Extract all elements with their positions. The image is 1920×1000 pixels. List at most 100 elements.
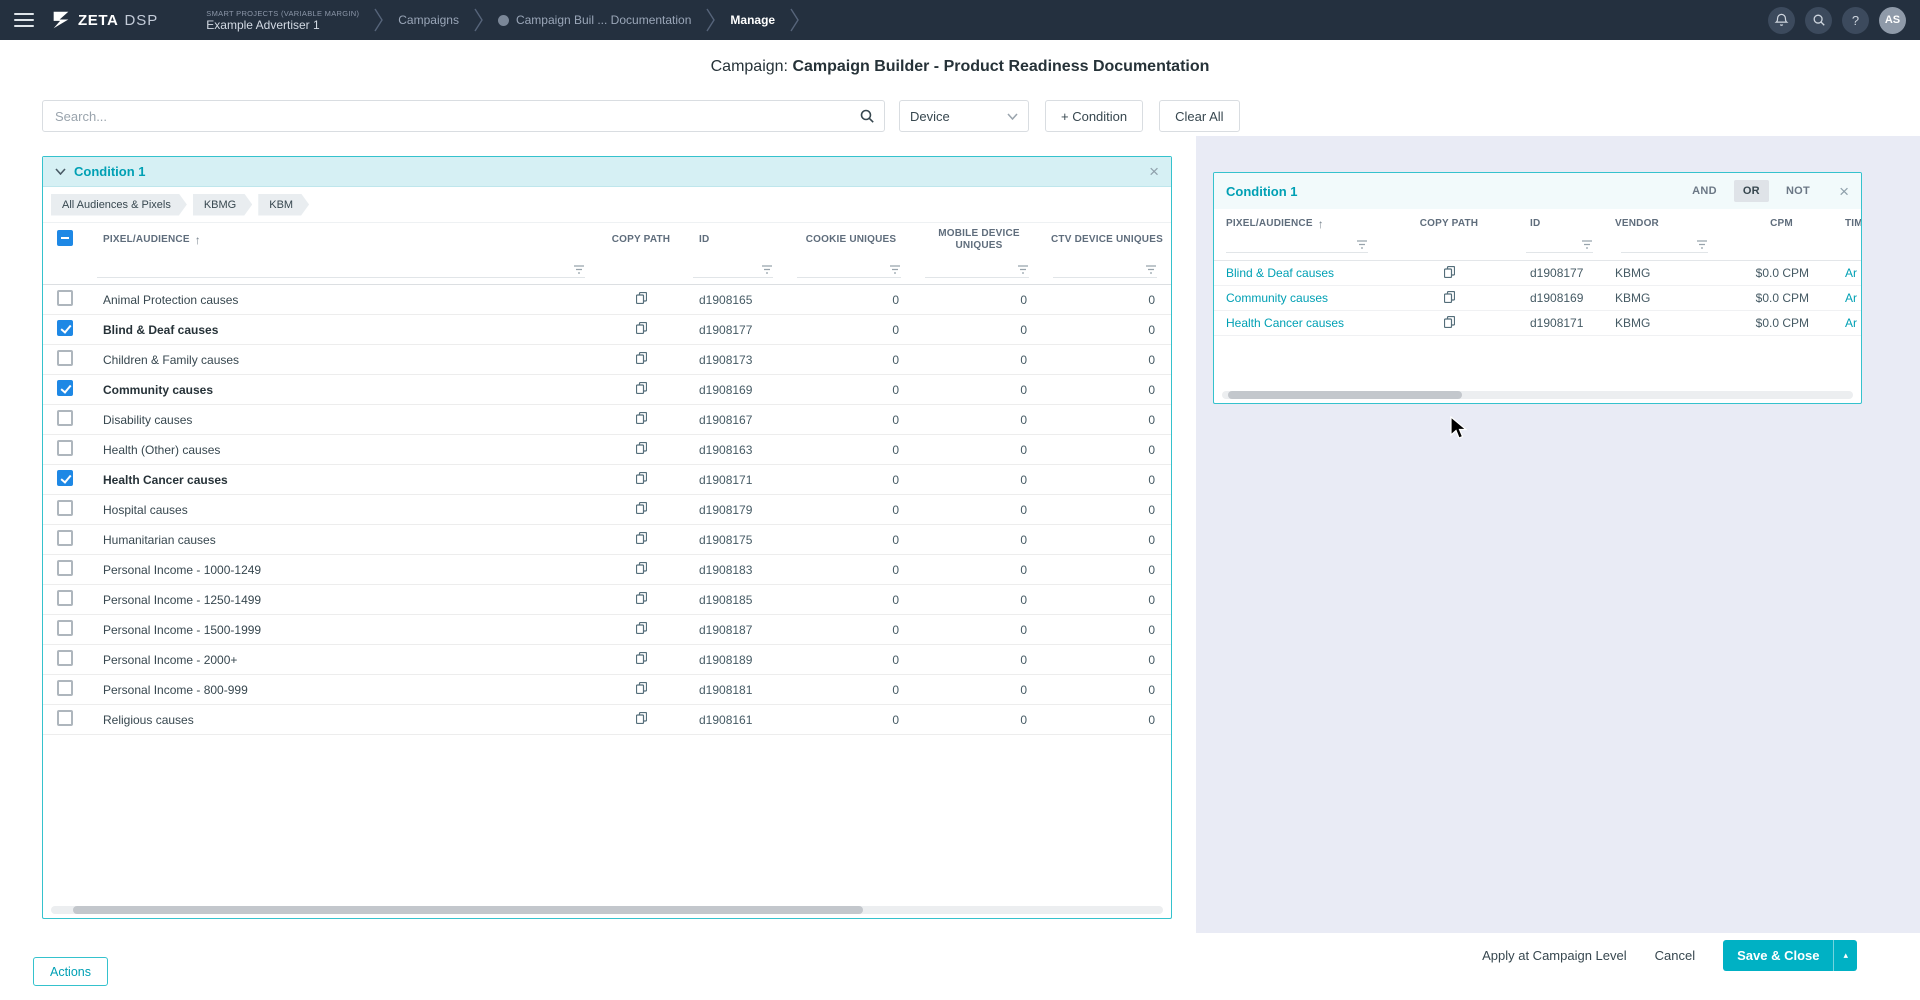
row-checkbox[interactable] xyxy=(57,410,73,426)
copy-icon[interactable] xyxy=(636,322,647,334)
scrollbar-thumb[interactable] xyxy=(1228,391,1461,399)
row-checkbox[interactable] xyxy=(57,470,73,486)
table-row[interactable]: Blind & Deaf causes d1908177 0 0 0 xyxy=(43,315,1171,345)
table-row[interactable]: Health Cancer causes d1908171 0 0 0 xyxy=(43,465,1171,495)
row-checkbox[interactable] xyxy=(57,380,73,396)
column-cpm[interactable]: CPM xyxy=(1724,218,1839,231)
table-row[interactable]: Hospital causes d1908179 0 0 0 xyxy=(43,495,1171,525)
operator-or[interactable]: OR xyxy=(1734,180,1769,202)
copy-icon[interactable] xyxy=(636,502,647,514)
filter-pixel-audience[interactable] xyxy=(1226,239,1368,253)
operator-not[interactable]: NOT xyxy=(1777,180,1819,202)
copy-icon[interactable] xyxy=(1444,316,1455,328)
notifications-button[interactable] xyxy=(1768,7,1795,34)
table-row[interactable]: Religious causes d1908161 0 0 0 xyxy=(43,705,1171,735)
row-checkbox[interactable] xyxy=(57,290,73,306)
row-checkbox[interactable] xyxy=(57,500,73,516)
row-checkbox[interactable] xyxy=(57,620,73,636)
horizontal-scrollbar[interactable] xyxy=(51,906,1163,914)
copy-icon[interactable] xyxy=(636,652,647,664)
path-chip[interactable]: KBM xyxy=(258,194,309,216)
table-row[interactable]: Community causes d1908169 0 0 0 xyxy=(43,375,1171,405)
filter-ctv-device-uniques[interactable] xyxy=(1053,260,1157,278)
breadcrumb-campaigns[interactable]: Campaigns xyxy=(384,0,473,40)
table-row[interactable]: Personal Income - 1000-1249 d1908183 0 0… xyxy=(43,555,1171,585)
column-vendor[interactable]: VENDOR xyxy=(1609,218,1724,231)
filter-pixel-audience[interactable] xyxy=(97,260,585,278)
copy-icon[interactable] xyxy=(636,352,647,364)
help-button[interactable]: ? xyxy=(1842,7,1869,34)
menu-icon[interactable] xyxy=(14,13,34,27)
copy-path-cell[interactable] xyxy=(599,442,683,457)
table-row[interactable]: Personal Income - 1250-1499 d1908185 0 0… xyxy=(43,585,1171,615)
column-id[interactable]: ID xyxy=(1514,218,1609,231)
save-close-label[interactable]: Save & Close xyxy=(1723,940,1833,971)
audience-link[interactable]: Health Cancer causes xyxy=(1214,316,1384,330)
close-condition-icon[interactable]: × xyxy=(1149,163,1159,180)
scrollbar-thumb[interactable] xyxy=(73,906,863,914)
copy-path-cell[interactable] xyxy=(599,352,683,367)
save-close-button[interactable]: Save & Close ▴ xyxy=(1723,940,1857,971)
copy-icon[interactable] xyxy=(636,442,647,454)
row-checkbox[interactable] xyxy=(57,650,73,666)
zeta-dsp-logo[interactable]: ZETA DSP xyxy=(50,9,158,31)
time-value[interactable]: Ar xyxy=(1839,316,1862,330)
copy-icon[interactable] xyxy=(636,472,647,484)
search-icon[interactable] xyxy=(859,108,875,124)
row-checkbox[interactable] xyxy=(57,440,73,456)
save-dropdown-caret-icon[interactable]: ▴ xyxy=(1833,940,1857,971)
column-mobile-device-uniques[interactable]: MOBILE DEVICE UNIQUES xyxy=(915,228,1043,253)
cancel-link[interactable]: Cancel xyxy=(1655,948,1695,963)
horizontal-scrollbar[interactable] xyxy=(1222,391,1853,399)
path-chip[interactable]: KBMG xyxy=(193,194,252,216)
copy-icon[interactable] xyxy=(636,592,647,604)
copy-icon[interactable] xyxy=(636,622,647,634)
actions-button[interactable]: Actions xyxy=(33,957,108,986)
copy-icon[interactable] xyxy=(1444,291,1455,303)
copy-icon[interactable] xyxy=(636,712,647,724)
column-time[interactable]: TIM xyxy=(1839,218,1862,231)
filter-vendor[interactable] xyxy=(1621,239,1708,253)
table-row[interactable]: Disability causes d1908167 0 0 0 xyxy=(43,405,1171,435)
add-condition-button[interactable]: + Condition xyxy=(1045,100,1143,132)
filter-id[interactable] xyxy=(1526,239,1593,253)
table-row[interactable]: Health (Other) causes d1908163 0 0 0 xyxy=(43,435,1171,465)
copy-path-cell[interactable] xyxy=(599,322,683,337)
copy-path-cell[interactable] xyxy=(599,682,683,697)
filter-mobile-device-uniques[interactable] xyxy=(925,260,1029,278)
time-value[interactable]: Ar xyxy=(1839,291,1862,305)
clear-all-button[interactable]: Clear All xyxy=(1159,100,1239,132)
user-avatar[interactable]: AS xyxy=(1879,7,1906,34)
copy-path-cell[interactable] xyxy=(599,382,683,397)
column-ctv-device-uniques[interactable]: CTV DEVICE UNIQUES xyxy=(1043,234,1171,247)
copy-path-cell[interactable] xyxy=(1384,266,1514,281)
column-pixel-audience[interactable]: PIXEL/AUDIENCE ↑ xyxy=(1214,217,1384,232)
copy-path-cell[interactable] xyxy=(599,472,683,487)
audience-link[interactable]: Community causes xyxy=(1214,291,1384,305)
row-checkbox[interactable] xyxy=(57,530,73,546)
copy-path-cell[interactable] xyxy=(1384,316,1514,331)
copy-path-cell[interactable] xyxy=(599,412,683,427)
row-checkbox[interactable] xyxy=(57,350,73,366)
copy-path-cell[interactable] xyxy=(599,532,683,547)
row-checkbox[interactable] xyxy=(57,590,73,606)
row-checkbox[interactable] xyxy=(57,710,73,726)
breadcrumb-campaign[interactable]: Campaign Buil ... Documentation xyxy=(484,0,705,40)
column-cookie-uniques[interactable]: COOKIE UNIQUES xyxy=(787,234,915,247)
row-checkbox[interactable] xyxy=(57,680,73,696)
table-row[interactable]: Animal Protection causes d1908165 0 0 0 xyxy=(43,285,1171,315)
path-chip[interactable]: All Audiences & Pixels xyxy=(51,194,187,216)
column-id[interactable]: ID xyxy=(683,234,787,247)
filter-cookie-uniques[interactable] xyxy=(797,260,901,278)
copy-path-cell[interactable] xyxy=(599,592,683,607)
row-checkbox[interactable] xyxy=(57,320,73,336)
search-button[interactable] xyxy=(1805,7,1832,34)
row-checkbox[interactable] xyxy=(57,560,73,576)
copy-icon[interactable] xyxy=(636,412,647,424)
breadcrumb-manage[interactable]: Manage xyxy=(716,0,789,40)
table-row[interactable]: Personal Income - 2000+ d1908189 0 0 0 xyxy=(43,645,1171,675)
collapse-chevron-icon[interactable] xyxy=(55,168,66,175)
table-row[interactable]: Personal Income - 1500-1999 d1908187 0 0… xyxy=(43,615,1171,645)
search-input[interactable] xyxy=(42,100,885,132)
copy-icon[interactable] xyxy=(636,382,647,394)
